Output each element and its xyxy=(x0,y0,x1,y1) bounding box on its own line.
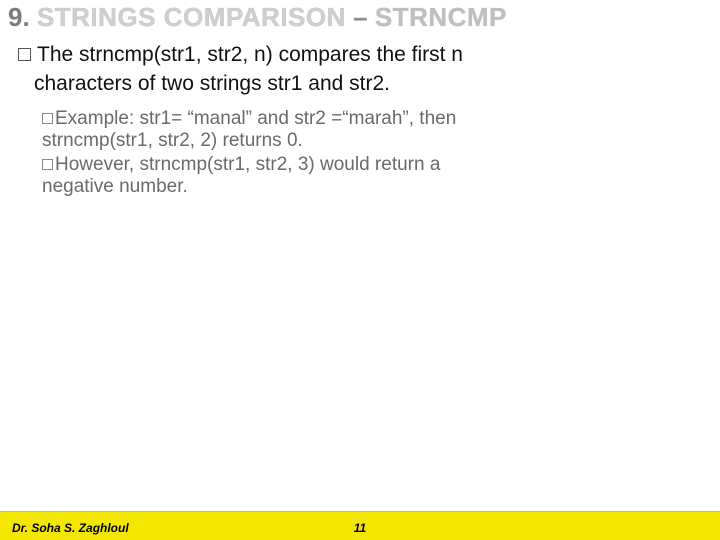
sub2-cont: negative number. xyxy=(42,176,702,198)
sub-bullets: Example: str1= “manal” and str2 =“marah”… xyxy=(42,108,702,200)
page-number: 11 xyxy=(354,521,366,535)
author-name: Dr. Soha S. Zaghloul xyxy=(12,521,129,535)
sub1-cont: strncmp(str1, str2, 2) returns 0. xyxy=(42,130,702,152)
bullet-level1: The strncmp(str1, str2, n) compares the … xyxy=(18,40,708,99)
bullet-level2-example: Example: str1= “manal” and str2 =“marah”… xyxy=(42,108,702,152)
bullet-icon xyxy=(42,159,53,170)
bullet1-end: . xyxy=(384,72,390,95)
bullet1-and: and xyxy=(302,72,349,95)
title-number: 9. xyxy=(8,2,30,32)
footer-bar: Dr. Soha S. Zaghloul 11 xyxy=(0,511,720,540)
title-dash: – xyxy=(353,2,367,32)
bullet1-mono: strncmp(str1, str2, n) xyxy=(79,43,273,66)
bullet1-post: compares the first n xyxy=(273,43,463,66)
sub1-first: Example: str1= “manal” and str2 =“marah”… xyxy=(55,108,456,129)
bullet-level2-however: However, strncmp(str1, str2, 3) would re… xyxy=(42,154,702,198)
title-main: STRINGS COMPARISON xyxy=(37,2,346,32)
slide-title: 9. STRINGS COMPARISON – STRNCMP xyxy=(8,3,712,32)
bullet1-mono2b: str2 xyxy=(349,72,384,95)
bullet1-line2: characters of two strings xyxy=(34,72,267,95)
bullet1-pre: The xyxy=(37,43,79,66)
slide: 9. STRINGS COMPARISON – STRNCMP The strn… xyxy=(0,0,720,540)
sub2-first: However, strncmp(str1, str2, 3) would re… xyxy=(55,154,440,175)
title-sub: STRNCMP xyxy=(375,2,507,32)
bullet-icon xyxy=(42,113,53,124)
bullet1-mono2a: str1 xyxy=(267,72,302,95)
bullet-icon xyxy=(18,48,31,61)
